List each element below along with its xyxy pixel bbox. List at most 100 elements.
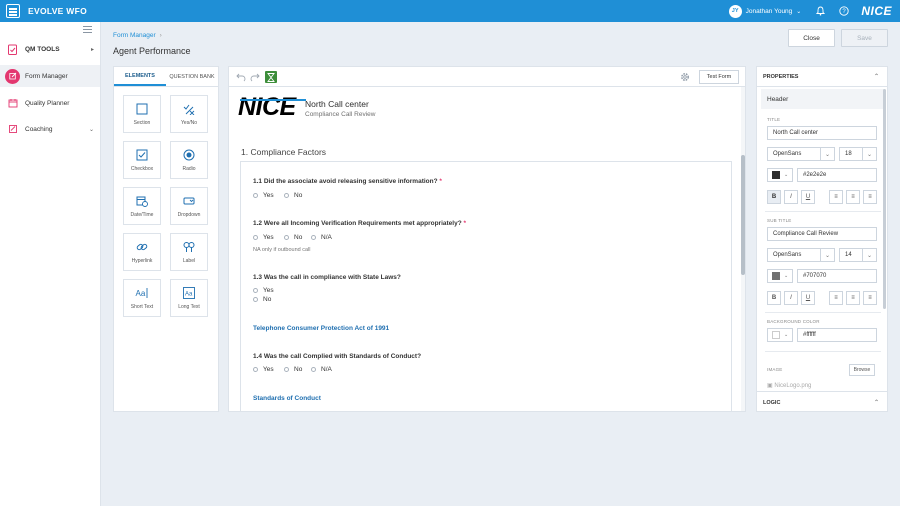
radio-option[interactable]: Yes	[253, 287, 274, 294]
title-input[interactable]: North Call center	[767, 126, 877, 140]
sidebar-item-coaching[interactable]: Coaching ⌄	[0, 118, 100, 140]
radio-button[interactable]	[253, 297, 258, 302]
italic-button[interactable]: I	[784, 291, 798, 305]
element-tile-yes-no[interactable]: Yes/No	[170, 95, 208, 133]
app-grid-icon[interactable]	[6, 4, 20, 18]
underline-button[interactable]: U	[801, 291, 815, 305]
align-right-icon[interactable]: ≡	[863, 291, 877, 305]
form-subtitle: Compliance Call Review	[305, 111, 376, 118]
edit-form-icon	[5, 68, 20, 84]
sidebar: QM TOOLS ▸ Form Manager Quality Planner …	[0, 22, 101, 506]
align-right-icon[interactable]: ≡	[863, 190, 877, 204]
breadcrumb-separator: ›	[159, 32, 162, 39]
radio-option[interactable]: N/A	[311, 366, 332, 373]
element-tile-checkbox[interactable]: Checkbox	[123, 141, 161, 179]
title-font-select[interactable]: OpenSans ⌄	[767, 147, 835, 161]
color-swatch	[772, 272, 780, 280]
element-tile-short-text[interactable]: Aa Short Text	[123, 279, 161, 317]
color-swatch	[772, 171, 780, 179]
radio-button[interactable]	[253, 235, 258, 240]
breadcrumb: Form Manager ›	[113, 32, 162, 39]
chevron-up-icon[interactable]: ⌃	[874, 73, 879, 80]
short-text-icon: Aa	[135, 286, 149, 300]
radio-option[interactable]: Yes	[253, 192, 274, 199]
radio-button[interactable]	[311, 367, 316, 372]
tab-elements[interactable]: ELEMENTS	[114, 67, 166, 86]
subtitle-input[interactable]: Compliance Call Review	[767, 227, 877, 241]
radio-option[interactable]: No	[284, 366, 302, 373]
close-button[interactable]: Close	[788, 29, 835, 47]
properties-header[interactable]: PROPERTIES ⌃	[757, 67, 887, 87]
element-tile-hyperlink[interactable]: Hyperlink	[123, 233, 161, 271]
radio-option[interactable]: No	[284, 234, 302, 241]
breadcrumb-link[interactable]: Form Manager	[113, 32, 156, 39]
tab-question-bank[interactable]: QUESTION BANK	[166, 67, 218, 86]
bell-icon[interactable]	[815, 6, 825, 16]
element-tile-radio[interactable]: Radio	[170, 141, 208, 179]
align-left-icon[interactable]: ≡	[829, 190, 843, 204]
element-tile-dropdown[interactable]: Dropdown	[170, 187, 208, 225]
svg-text:?: ?	[843, 9, 847, 15]
radio-option[interactable]: No	[253, 296, 271, 303]
avatar[interactable]: JY	[728, 4, 742, 18]
element-tile-section[interactable]: Section	[123, 95, 161, 133]
element-tile-label[interactable]: Label	[170, 233, 208, 271]
align-center-icon[interactable]: ≡	[846, 190, 860, 204]
test-form-button[interactable]: Test Form	[699, 70, 739, 84]
bold-button[interactable]: B	[767, 291, 781, 305]
hamburger-icon[interactable]	[83, 26, 92, 33]
chevron-down-icon[interactable]: ⌄	[796, 8, 801, 15]
radio-button[interactable]	[253, 288, 258, 293]
hyperlink-standards[interactable]: Standards of Conduct	[253, 395, 321, 402]
save-button[interactable]: Save	[841, 29, 888, 47]
properties-scrollbar[interactable]	[883, 89, 886, 309]
italic-button[interactable]: I	[784, 190, 798, 204]
undo-icon[interactable]	[235, 71, 247, 83]
chevron-up-icon[interactable]: ⌃	[874, 399, 879, 406]
underline-button[interactable]: U	[801, 190, 815, 204]
background-color-picker[interactable]: ⌄	[767, 328, 793, 342]
sidebar-item-qm-tools[interactable]: QM TOOLS ▸	[0, 38, 100, 60]
brand-logo: NICE	[861, 4, 892, 18]
user-name[interactable]: Jonathan Young	[746, 8, 793, 15]
radio-option[interactable]: N/A	[311, 234, 332, 241]
radio-option[interactable]: Yes	[253, 366, 274, 373]
subtitle-size-select[interactable]: 14 ⌄	[839, 248, 877, 262]
radio-button[interactable]	[284, 367, 289, 372]
logic-header[interactable]: LOGIC ⌃	[757, 391, 887, 411]
radio-option[interactable]: Yes	[253, 234, 274, 241]
radio-button[interactable]	[253, 367, 258, 372]
sidebar-item-form-manager[interactable]: Form Manager	[0, 65, 100, 87]
align-center-icon[interactable]: ≡	[846, 291, 860, 305]
hyperlink-tcpa[interactable]: Telephone Consumer Protection Act of 199…	[253, 325, 389, 332]
subtitle-color-picker[interactable]: ⌄	[767, 269, 793, 283]
chevron-down-icon: ⌄	[784, 172, 789, 178]
radio-option[interactable]: No	[284, 192, 302, 199]
browse-button[interactable]: Browse	[849, 364, 875, 376]
background-color-input[interactable]: #ffffff	[797, 328, 877, 342]
title-color-picker[interactable]: ⌄	[767, 168, 793, 182]
option-label: N/A	[321, 234, 332, 241]
radio-button[interactable]	[284, 235, 289, 240]
label-icon	[182, 240, 196, 254]
option-label: No	[294, 192, 303, 199]
align-left-icon[interactable]: ≡	[829, 291, 843, 305]
element-tile-date-time[interactable]: Date/Time	[123, 187, 161, 225]
question-text: 1.4 Was the call Complied with Standards…	[253, 353, 421, 360]
subtitle-color-input[interactable]: #707070	[797, 269, 877, 283]
bold-button[interactable]: B	[767, 190, 781, 204]
dropdown-icon	[182, 194, 196, 208]
gear-icon[interactable]	[679, 71, 691, 83]
help-icon[interactable]: ?	[839, 6, 849, 16]
title-color-input[interactable]: #2e2e2e	[797, 168, 877, 182]
element-tile-long-text[interactable]: Aa Long Text	[170, 279, 208, 317]
title-size-select[interactable]: 18 ⌄	[839, 147, 877, 161]
radio-button[interactable]	[311, 235, 316, 240]
hourglass-icon[interactable]	[265, 71, 277, 83]
radio-button[interactable]	[253, 193, 258, 198]
subtitle-font-select[interactable]: OpenSans ⌄	[767, 248, 835, 262]
redo-icon[interactable]	[249, 71, 261, 83]
canvas-scrollbar-thumb[interactable]	[741, 155, 745, 275]
sidebar-item-quality-planner[interactable]: Quality Planner	[0, 92, 100, 114]
radio-button[interactable]	[284, 193, 289, 198]
